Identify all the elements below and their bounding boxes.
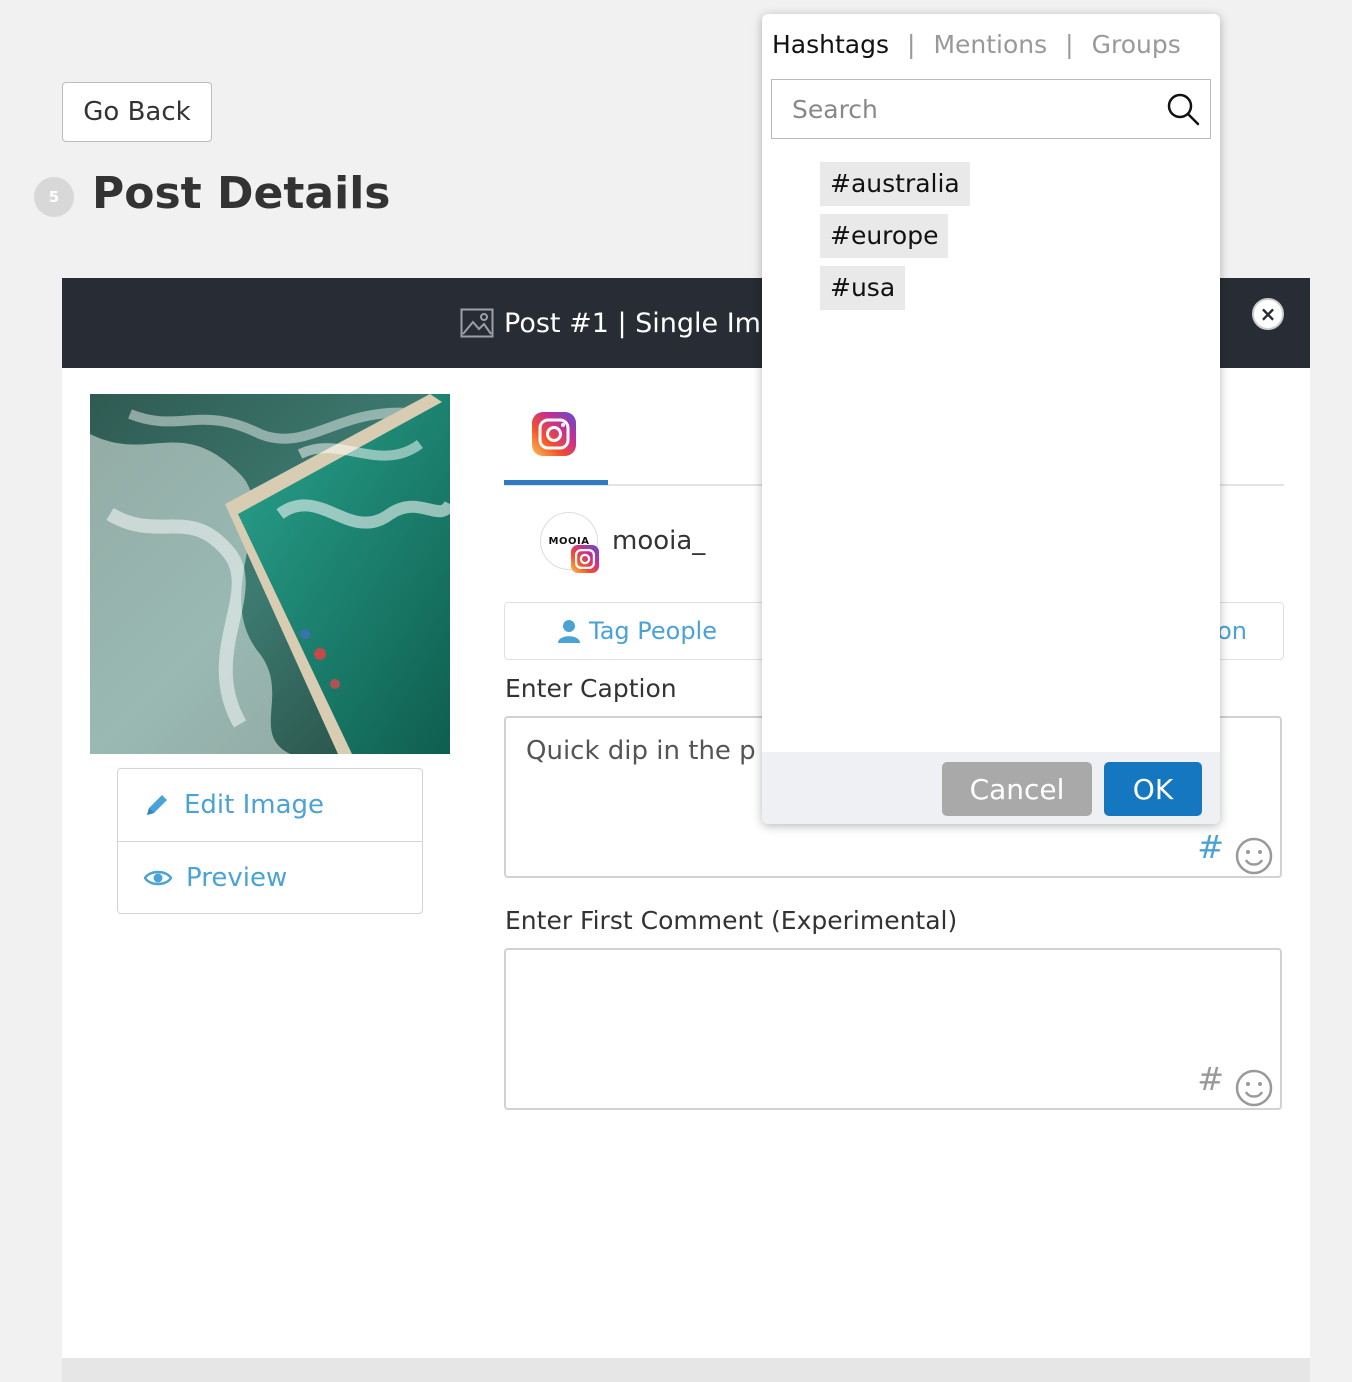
pencil-icon: [147, 795, 167, 815]
hashtag-chip[interactable]: #usa: [820, 266, 906, 310]
smiley-icon[interactable]: [1234, 836, 1274, 876]
tab-instagram[interactable]: [504, 408, 608, 486]
person-icon: [558, 620, 580, 643]
hashtag-list: #australia #europe #usa: [820, 162, 970, 318]
instagram-icon: [532, 412, 576, 456]
tab-separator: |: [907, 30, 916, 59]
caption-label: Enter Caption: [505, 674, 677, 703]
preview-label: Preview: [186, 862, 288, 893]
hashtag-picker-popup: Hashtags | Mentions | Groups #australia …: [762, 14, 1220, 824]
account-name: mooia_: [612, 526, 706, 556]
ok-button[interactable]: OK: [1104, 762, 1202, 816]
page-title: Post Details: [92, 168, 391, 219]
tag-people-label: Tag People: [589, 617, 717, 645]
tab-mentions[interactable]: Mentions: [933, 30, 1047, 59]
caption-text: Quick dip in the p: [526, 736, 756, 766]
tab-hashtags[interactable]: Hashtags: [772, 30, 889, 59]
search-icon[interactable]: [1166, 92, 1200, 126]
edit-image-button[interactable]: Edit Image: [118, 769, 422, 841]
post-header-text: Post #1 | Single Ima: [504, 307, 778, 339]
post-image: [90, 394, 450, 754]
image-actions-panel: Edit Image Preview: [117, 768, 423, 914]
tab-separator: |: [1065, 30, 1074, 59]
cancel-button[interactable]: Cancel: [942, 762, 1092, 816]
popup-tabs: Hashtags | Mentions | Groups: [772, 30, 1181, 59]
tag-people-button[interactable]: Tag People: [557, 603, 717, 659]
step-number-badge: 5: [34, 177, 74, 217]
close-post-button[interactable]: ×: [1252, 298, 1284, 330]
first-comment-input[interactable]: #: [504, 948, 1282, 1110]
card-footer: [62, 1358, 1310, 1382]
post-header-title: Post #1 | Single Ima: [460, 278, 778, 368]
popup-footer: Cancel OK: [762, 752, 1220, 824]
eye-icon: [144, 870, 172, 885]
go-back-button[interactable]: Go Back: [62, 82, 212, 142]
hashtag-chip[interactable]: #europe: [820, 214, 949, 258]
hashtag-icon[interactable]: #: [1197, 1060, 1224, 1098]
hashtag-chip[interactable]: #australia: [820, 162, 970, 206]
first-comment-label: Enter First Comment (Experimental): [505, 906, 958, 935]
tab-groups[interactable]: Groups: [1092, 30, 1181, 59]
search-input[interactable]: [772, 80, 1152, 138]
preview-button[interactable]: Preview: [118, 841, 422, 913]
close-icon: ×: [1259, 302, 1277, 326]
image-icon: [460, 308, 494, 338]
hashtag-search: [771, 79, 1211, 139]
account-row: MOOIA mooia_: [540, 512, 706, 573]
edit-image-label: Edit Image: [184, 790, 325, 820]
active-tab-indicator: [504, 480, 608, 485]
instagram-icon: [571, 545, 599, 573]
avatar: MOOIA: [540, 512, 599, 573]
hashtag-icon[interactable]: #: [1197, 828, 1224, 866]
location-button[interactable]: on: [1217, 603, 1247, 659]
smiley-icon[interactable]: [1234, 1068, 1274, 1108]
